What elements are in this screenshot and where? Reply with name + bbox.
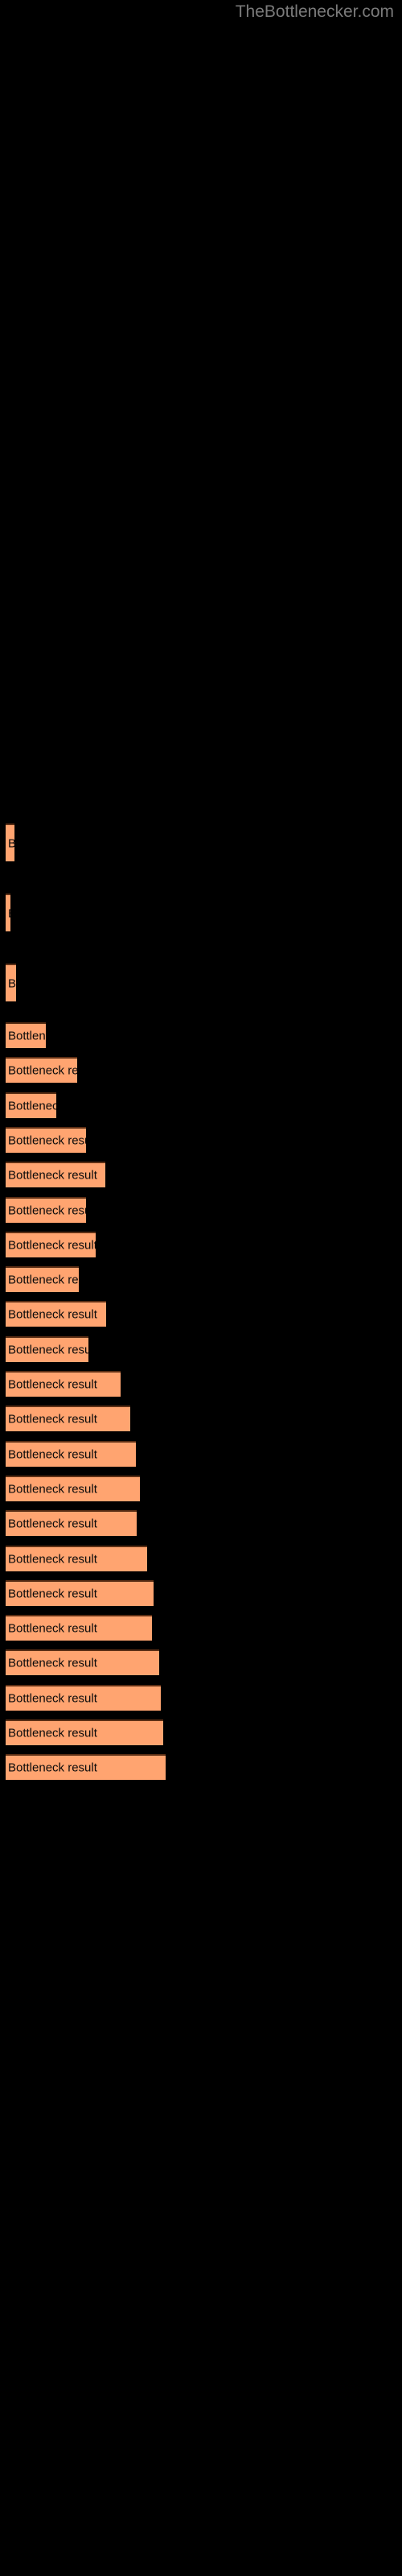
chart-bar-label: Bottleneck result bbox=[8, 1761, 97, 1775]
chart-bar-label: Bottleneck result bbox=[8, 1552, 97, 1567]
chart-bar[interactable]: Bottleneck result bbox=[6, 1127, 86, 1153]
bar-row: Bottleneck result bbox=[0, 1092, 402, 1118]
chart-bar[interactable]: Bottleneck result bbox=[6, 894, 10, 931]
bar-row: Bottleneck result bbox=[0, 824, 402, 861]
chart-bar-label: Bottleneck result bbox=[8, 976, 16, 990]
chart-bar[interactable]: Bottleneck result bbox=[6, 964, 16, 1001]
chart-bar[interactable]: Bottleneck result bbox=[6, 1685, 161, 1711]
chart-bar[interactable]: Bottleneck result bbox=[6, 1266, 79, 1292]
chart-bar-label: Bottleneck result bbox=[8, 836, 14, 850]
chart-bar[interactable]: Bottleneck result bbox=[6, 1476, 140, 1501]
chart-bar-label: Bottleneck result bbox=[8, 1656, 97, 1670]
chart-bar[interactable]: Bottleneck result bbox=[6, 1371, 121, 1397]
chart-bar[interactable]: Bottleneck result bbox=[6, 1022, 46, 1048]
chart-bar-label: Bottleneck result bbox=[8, 1377, 97, 1392]
bar-row: Bottleneck result bbox=[0, 1476, 402, 1501]
chart-bar[interactable]: Bottleneck result bbox=[6, 1615, 152, 1641]
chart-bar-label: Bottleneck result bbox=[8, 1273, 79, 1287]
chart-bar[interactable]: Bottleneck result bbox=[6, 1510, 137, 1536]
chart-bar[interactable]: Bottleneck result bbox=[6, 1057, 77, 1083]
chart-bar-label: Bottleneck result bbox=[8, 1447, 97, 1462]
bar-row: Bottleneck result bbox=[0, 1371, 402, 1397]
chart-bar[interactable]: Bottleneck result bbox=[6, 1336, 88, 1362]
bar-row: Bottleneck result bbox=[0, 1057, 402, 1083]
chart-bar-label: Bottleneck result bbox=[8, 1203, 86, 1218]
chart-bar-label: Bottleneck result bbox=[8, 1412, 97, 1426]
chart-bar-label: Bottleneck result bbox=[8, 1587, 97, 1601]
chart-bar-label: Bottleneck result bbox=[8, 1168, 97, 1183]
chart-bar-label: Bottleneck result bbox=[8, 1726, 97, 1740]
bar-row: Bottleneck result bbox=[0, 1754, 402, 1780]
chart-bar[interactable]: Bottleneck result bbox=[6, 1232, 96, 1257]
chart-bar[interactable]: Bottleneck result bbox=[6, 1580, 154, 1606]
bar-row: Bottleneck result bbox=[0, 894, 402, 931]
chart-bar-label: Bottleneck result bbox=[8, 1063, 77, 1078]
bar-row: Bottleneck result bbox=[0, 1197, 402, 1223]
chart-bar[interactable]: Bottleneck result bbox=[6, 1546, 147, 1571]
bar-row: Bottleneck result bbox=[0, 1441, 402, 1467]
bar-row: Bottleneck result bbox=[0, 1719, 402, 1745]
chart-bar[interactable]: Bottleneck result bbox=[6, 1441, 136, 1467]
chart-bar-label: Bottleneck result bbox=[8, 1343, 88, 1357]
chart-bar[interactable]: Bottleneck result bbox=[6, 824, 14, 861]
chart-bar-label: Bottleneck result bbox=[8, 1133, 86, 1148]
chart-bar-label: Bottleneck result bbox=[8, 1517, 97, 1531]
chart-bar[interactable]: Bottleneck result bbox=[6, 1092, 56, 1118]
chart-bar[interactable]: Bottleneck result bbox=[6, 1719, 163, 1745]
chart-bar[interactable]: Bottleneck result bbox=[6, 1754, 166, 1780]
bar-row: Bottleneck result bbox=[0, 1301, 402, 1327]
bar-row: Bottleneck result bbox=[0, 1336, 402, 1362]
bar-row: Bottleneck result bbox=[0, 1406, 402, 1431]
bar-row: Bottleneck result bbox=[0, 1510, 402, 1536]
chart-bar-label: Bottleneck result bbox=[8, 1482, 97, 1496]
chart-bar-label: Bottleneck result bbox=[8, 1307, 97, 1322]
bar-row: Bottleneck result bbox=[0, 1685, 402, 1711]
chart-bar-label: Bottleneck result bbox=[8, 1621, 97, 1636]
chart-bar-label: Bottleneck result bbox=[8, 906, 10, 920]
chart-bar-label: Bottleneck result bbox=[8, 1238, 96, 1253]
bar-row: Bottleneck result bbox=[0, 1580, 402, 1606]
chart-bar[interactable]: Bottleneck result bbox=[6, 1162, 105, 1187]
bar-row: Bottleneck result bbox=[0, 1649, 402, 1675]
chart-bar-label: Bottleneck result bbox=[8, 1029, 46, 1043]
chart-bar[interactable]: Bottleneck result bbox=[6, 1649, 159, 1675]
chart-bar-label: Bottleneck result bbox=[8, 1099, 56, 1113]
chart-bar[interactable]: Bottleneck result bbox=[6, 1301, 106, 1327]
bar-row: Bottleneck result bbox=[0, 964, 402, 1001]
chart-bar[interactable]: Bottleneck result bbox=[6, 1197, 86, 1223]
bar-row: Bottleneck result bbox=[0, 1266, 402, 1292]
bar-row: Bottleneck result bbox=[0, 1162, 402, 1187]
bottleneck-bar-chart: Bottleneck result Bottleneck result Bottle… bbox=[0, 0, 402, 2576]
bar-row: Bottleneck result bbox=[0, 1232, 402, 1257]
bar-row: Bottleneck result bbox=[0, 1546, 402, 1571]
bar-row: Bottleneck result bbox=[0, 1127, 402, 1153]
bar-row: Bottleneck result bbox=[0, 1022, 402, 1048]
chart-bar[interactable]: Bottleneck result bbox=[6, 1406, 130, 1431]
page-root: TheBottlenecker.com Bottleneck resultBot… bbox=[0, 0, 402, 2576]
bar-row: Bottleneck result bbox=[0, 1615, 402, 1641]
chart-bar-label: Bottleneck result bbox=[8, 1691, 97, 1706]
